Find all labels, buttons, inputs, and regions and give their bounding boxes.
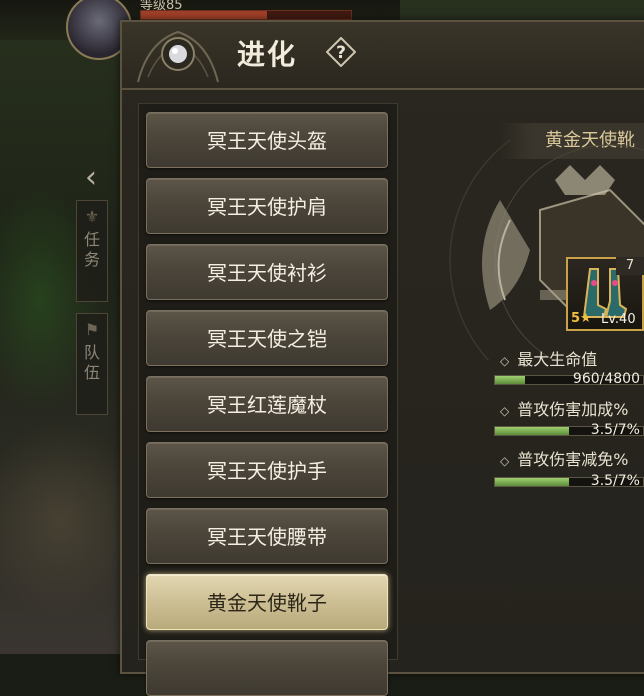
item-count-badge: 7 bbox=[616, 257, 644, 275]
stat-value: 960/4800 bbox=[572, 371, 640, 387]
item-star-level: 5★ bbox=[571, 311, 592, 326]
stat-label: 普攻伤害加成% bbox=[517, 400, 629, 419]
equipment-item[interactable]: 冥王天使衬衫 bbox=[146, 244, 388, 300]
diamond-icon: ◇ bbox=[500, 354, 510, 368]
side-tab-quest[interactable]: ⚜ 任务 bbox=[76, 200, 108, 302]
equipment-item[interactable]: 冥王天使之铠 bbox=[146, 310, 388, 366]
stat-name: ◇ 普攻伤害加成% bbox=[500, 396, 628, 420]
header-ornament-icon bbox=[137, 30, 219, 83]
side-tab-team[interactable]: ⚑ 队伍 bbox=[76, 313, 108, 415]
svg-text:?: ? bbox=[336, 43, 346, 63]
stat-name: ◇ 普攻伤害减免% bbox=[500, 446, 628, 470]
equipment-item-selected[interactable]: 黄金天使靴子 bbox=[146, 574, 388, 630]
side-tab-quest-label: 任务 bbox=[84, 230, 101, 269]
stat-name: ◇ 最大生命值 bbox=[500, 346, 597, 370]
equipment-item[interactable]: 冥王天使腰带 bbox=[146, 508, 388, 564]
collapse-arrow-icon[interactable]: ‹ bbox=[76, 163, 106, 193]
equipment-item[interactable]: 冥王天使头盔 bbox=[146, 112, 388, 168]
equipment-item[interactable]: 冥王红莲魔杖 bbox=[146, 376, 388, 432]
item-level: Lv.40 bbox=[601, 312, 636, 327]
equipment-item[interactable]: 冥王天使护肩 bbox=[146, 178, 388, 234]
stat-label: 普攻伤害减免% bbox=[517, 450, 629, 469]
flag-icon: ⚑ bbox=[84, 320, 100, 339]
equipment-item[interactable] bbox=[146, 640, 388, 696]
side-tab-team-label: 队伍 bbox=[84, 343, 101, 382]
panel-title: 进化 bbox=[237, 38, 298, 71]
stat-value: 3.5/7% bbox=[590, 422, 640, 438]
equipment-item[interactable]: 冥王天使护手 bbox=[146, 442, 388, 498]
stat-value: 3.5/7% bbox=[590, 473, 640, 489]
hud-hp-bar bbox=[140, 10, 352, 20]
diamond-icon: ◇ bbox=[500, 404, 510, 418]
diamond-icon: ◇ bbox=[500, 454, 510, 468]
stat-label: 最大生命值 bbox=[517, 350, 598, 369]
fleur-icon: ⚜ bbox=[84, 207, 100, 226]
question-icon[interactable]: ? bbox=[326, 37, 356, 67]
stat-progress-fill bbox=[495, 376, 525, 384]
